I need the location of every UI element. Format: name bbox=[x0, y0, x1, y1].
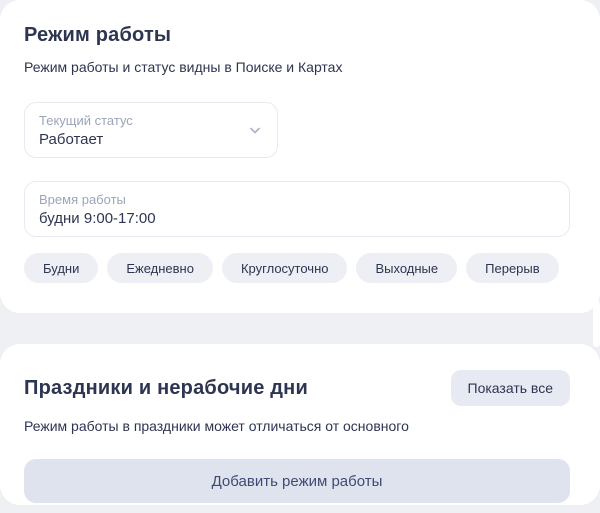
schedule-subtitle: Режим работы и статус видны в Поиске и К… bbox=[24, 59, 570, 75]
scrollbar-thumb[interactable] bbox=[593, 301, 600, 347]
working-hours-label: Время работы bbox=[39, 191, 555, 208]
chip-weekdays[interactable]: Будни bbox=[24, 253, 98, 283]
current-status-label: Текущий статус bbox=[39, 112, 263, 129]
working-hours-input[interactable] bbox=[39, 209, 555, 229]
chip-daily[interactable]: Ежедневно bbox=[107, 253, 213, 283]
chip-break[interactable]: Перерыв bbox=[466, 253, 559, 283]
schedule-chip-row: Будни Ежедневно Круглосуточно Выходные П… bbox=[24, 253, 570, 283]
working-hours-field[interactable]: Время работы bbox=[24, 181, 570, 237]
holidays-header: Праздники и нерабочие дни Показать все bbox=[24, 370, 570, 406]
chip-weekends[interactable]: Выходные bbox=[356, 253, 457, 283]
work-schedule-card: Режим работы Режим работы и статус видны… bbox=[0, 0, 600, 313]
holidays-subtitle: Режим работы в праздники может отличатьс… bbox=[24, 418, 570, 434]
show-all-button[interactable]: Показать все bbox=[451, 370, 570, 406]
holidays-card: Праздники и нерабочие дни Показать все Р… bbox=[0, 344, 600, 505]
holidays-title: Праздники и нерабочие дни bbox=[24, 377, 308, 400]
chevron-down-icon bbox=[247, 122, 263, 138]
current-status-value: Работает bbox=[39, 130, 263, 150]
page-title: Режим работы bbox=[24, 24, 570, 47]
add-schedule-button[interactable]: Добавить режим работы bbox=[24, 459, 570, 503]
chip-around-clock[interactable]: Круглосуточно bbox=[222, 253, 348, 283]
current-status-select[interactable]: Текущий статус Работает bbox=[24, 102, 278, 158]
